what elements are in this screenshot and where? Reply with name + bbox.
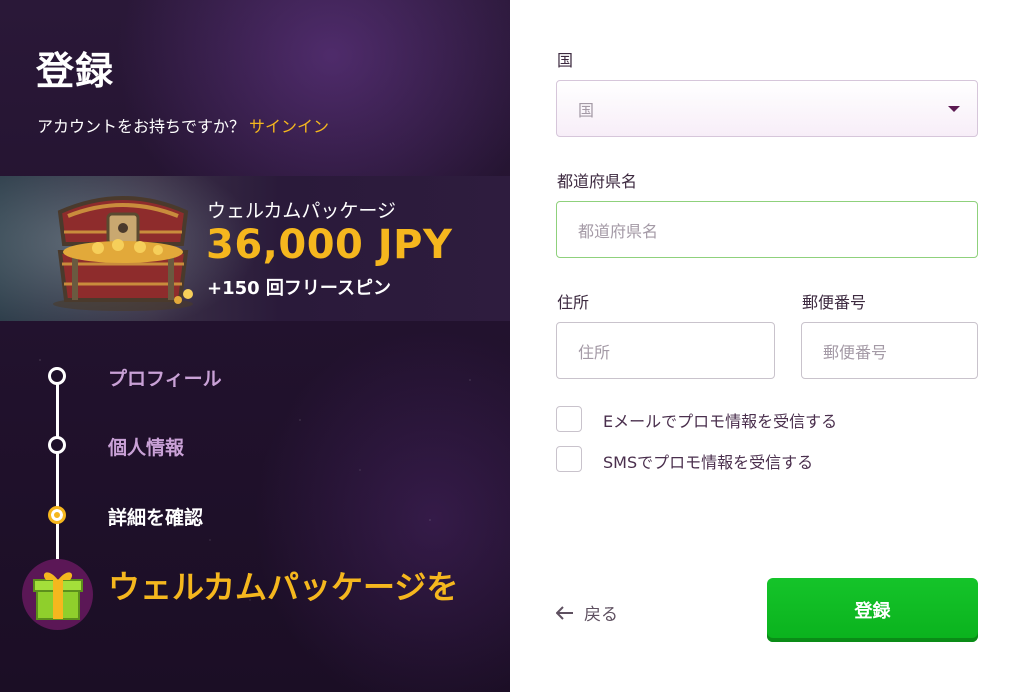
address-placeholder: 住所 (578, 342, 611, 362)
country-select[interactable]: 国 (556, 80, 978, 137)
country-label: 国 (557, 51, 574, 70)
email-promo-checkbox[interactable] (556, 406, 582, 432)
address-input[interactable]: 住所 (556, 322, 775, 379)
register-submit-button[interactable]: 登録 (767, 578, 978, 642)
arrow-left-icon (556, 605, 573, 620)
step-profile-label: プロフィール (108, 368, 222, 390)
signin-prompt: アカウントをお持ちですか？ サインイン (37, 113, 329, 137)
promo-amount: 36,000 JPY (206, 222, 453, 268)
step-dot-personal-info (48, 436, 66, 454)
left-panel: 登録 アカウントをお持ちですか？ サインイン ウェルカムパッケージ 36,000… (0, 0, 510, 692)
email-promo-label[interactable]: Eメールでプロモ情報を受信する (603, 408, 837, 432)
step-confirm-details-label: 詳細を確認 (108, 507, 204, 529)
postal-code-input[interactable]: 郵便番号 (801, 322, 978, 379)
country-select-value: 国 (578, 100, 595, 120)
registration-form-panel: 国 国 都道府県名 都道府県名 住所 住所 郵便番号 郵便番号 Eメールでプロモ… (510, 0, 1024, 692)
chevron-down-icon (948, 106, 960, 112)
back-button[interactable]: 戻る (556, 600, 618, 625)
prefecture-input[interactable]: 都道府県名 (556, 201, 978, 258)
signin-link[interactable]: サインイン (249, 117, 329, 136)
welcome-promo-banner: ウェルカムパッケージ 36,000 JPY +150 回フリースピン (0, 176, 510, 321)
steps-progress-line (56, 378, 59, 563)
back-label: 戻る (584, 605, 618, 625)
sms-promo-checkbox[interactable] (556, 446, 582, 472)
postal-code-placeholder: 郵便番号 (823, 342, 888, 362)
treasure-chest-icon (53, 196, 193, 311)
prefecture-label: 都道府県名 (557, 172, 638, 191)
postal-code-label: 郵便番号 (802, 293, 867, 312)
promo-title: ウェルカムパッケージ (207, 200, 397, 222)
page-title: 登録 (36, 49, 115, 93)
gift-icon (33, 572, 83, 620)
have-account-text: アカウントをお持ちですか？ (37, 117, 246, 136)
prefecture-placeholder: 都道府県名 (578, 221, 659, 241)
welcome-package-heading: ウェルカムパッケージを (108, 568, 459, 606)
promo-free-spins: +150 回フリースピン (207, 278, 392, 299)
address-label: 住所 (557, 293, 590, 312)
gift-badge (22, 559, 93, 630)
step-dot-profile (48, 367, 66, 385)
sms-promo-label[interactable]: SMSでプロモ情報を受信する (603, 449, 813, 473)
step-dot-confirm-details (48, 506, 66, 524)
step-personal-info-label: 個人情報 (108, 437, 185, 459)
